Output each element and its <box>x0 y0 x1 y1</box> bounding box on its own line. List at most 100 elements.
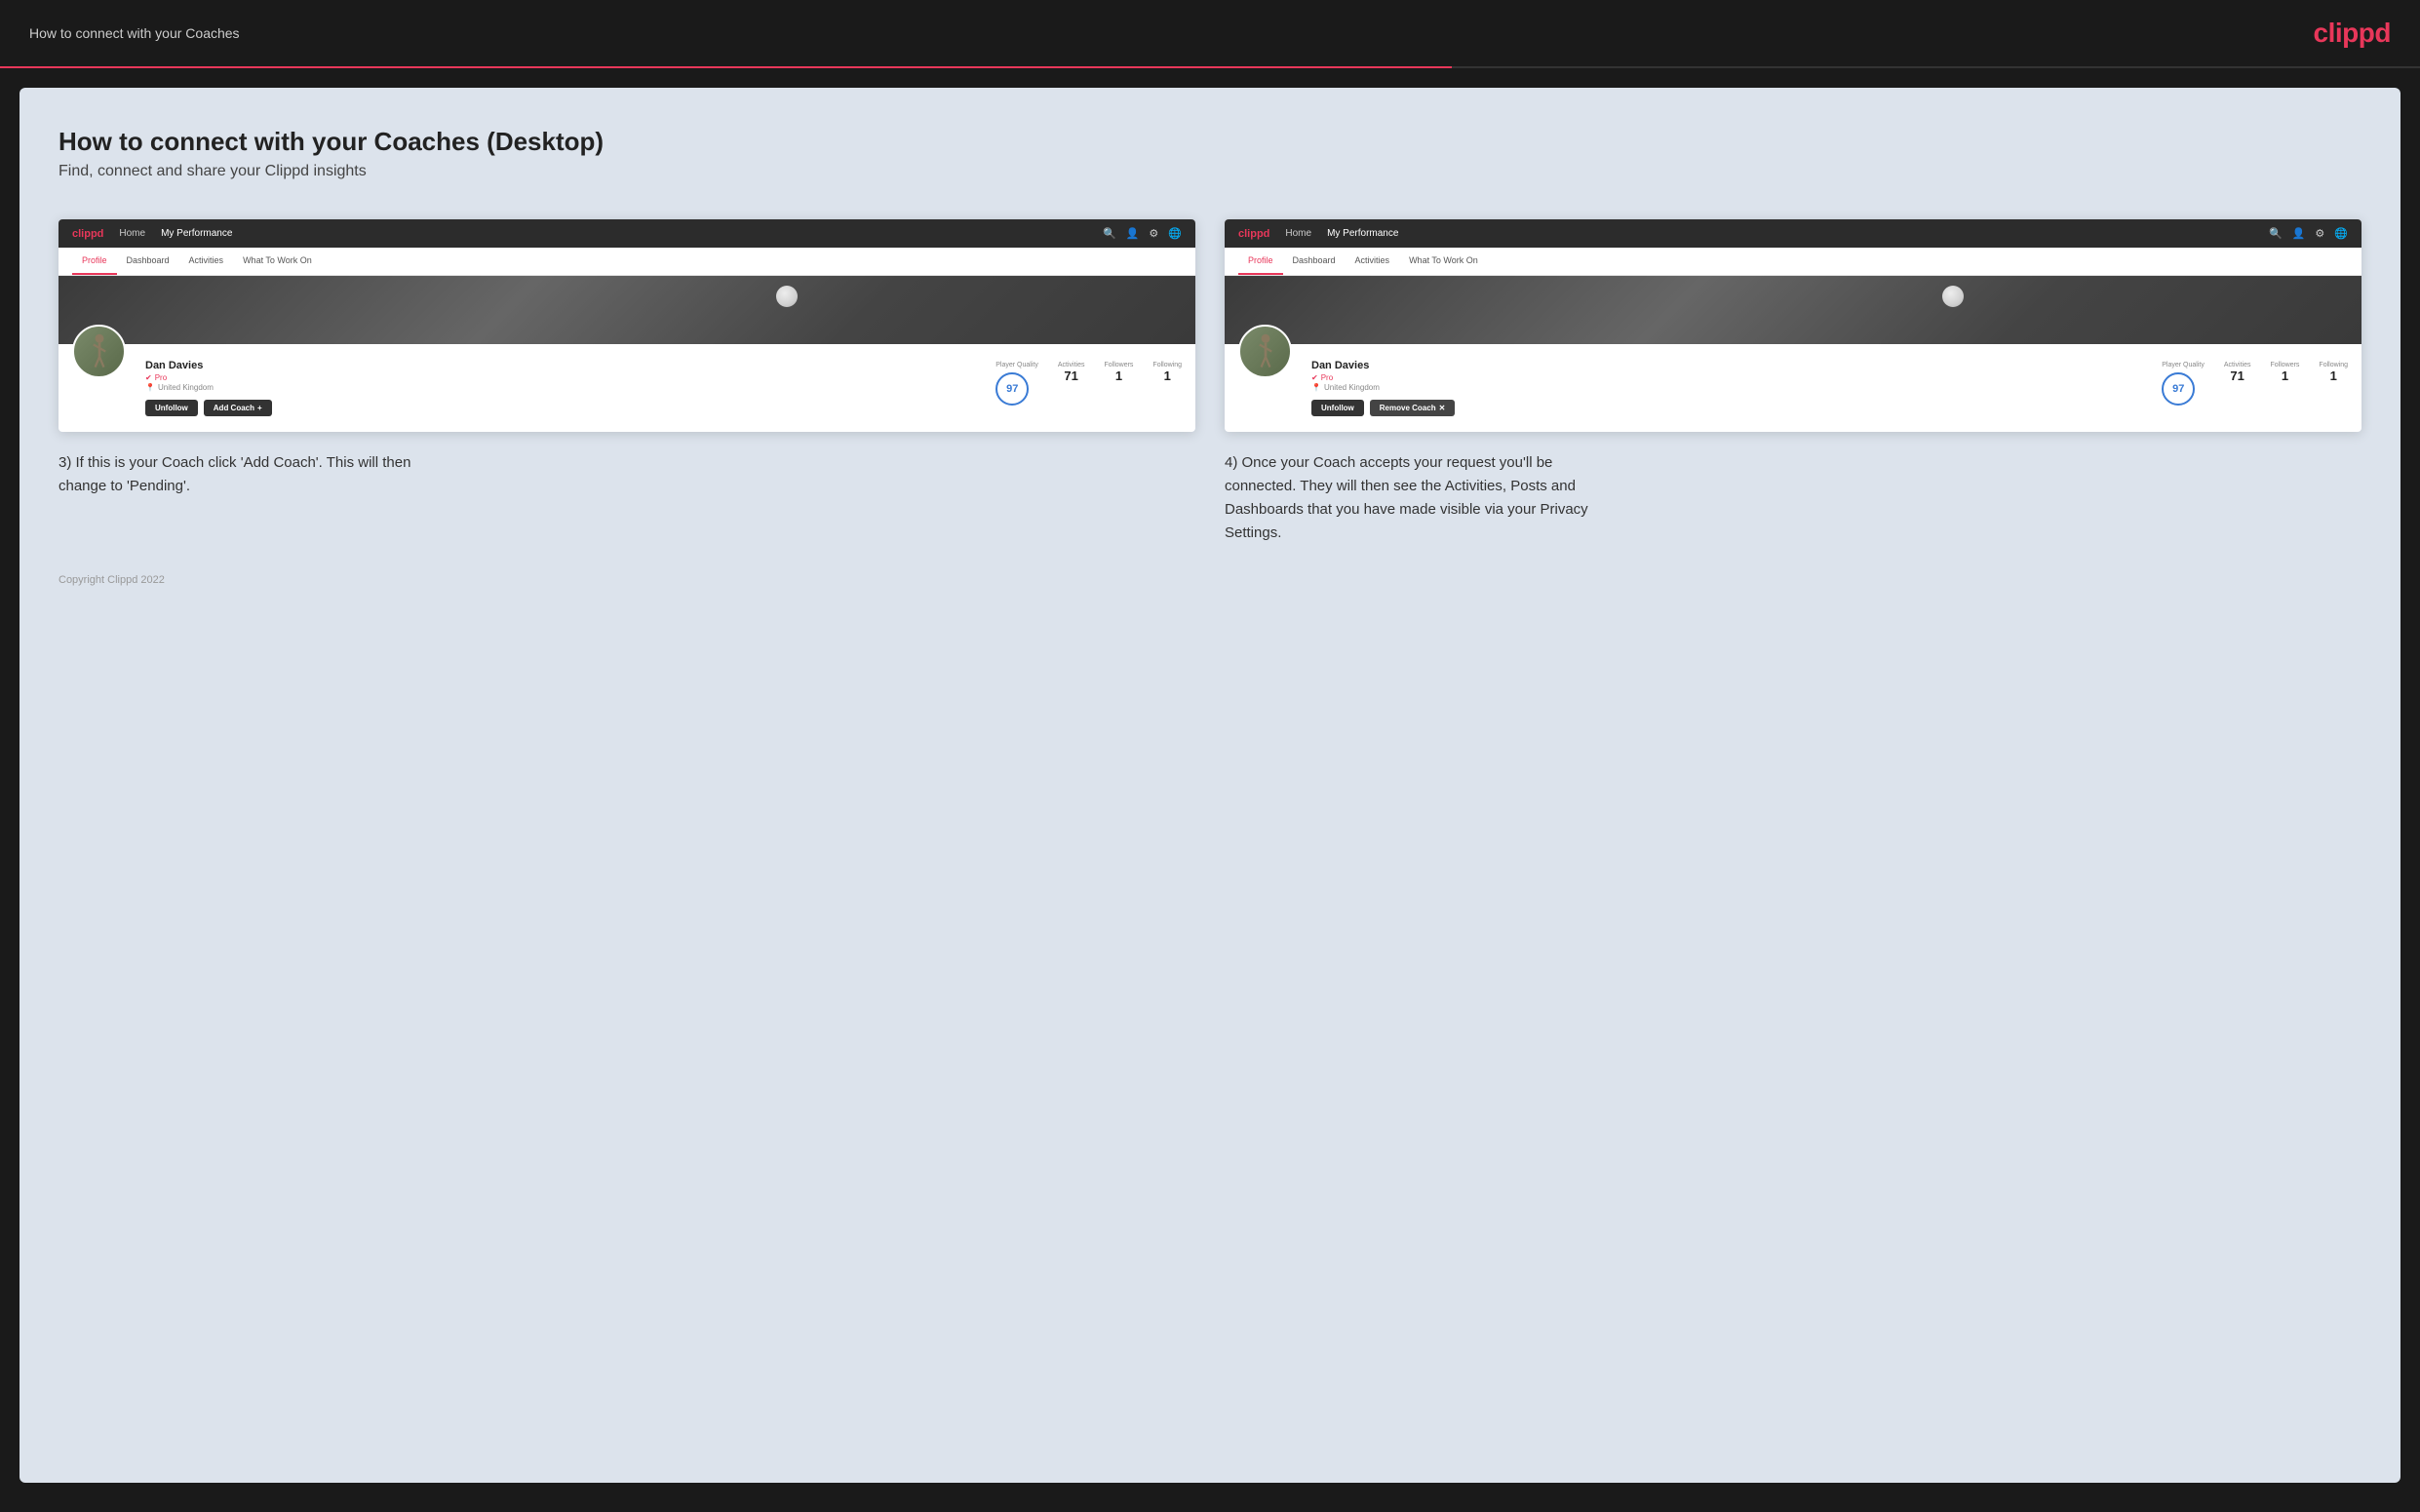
left-tab-activities[interactable]: Activities <box>179 248 234 275</box>
right-search-icon[interactable]: 🔍 <box>2269 227 2283 240</box>
right-remove-coach-button[interactable]: Remove Coach ✕ <box>1370 400 1456 416</box>
divider-line <box>0 66 2420 68</box>
left-avatar-wrap <box>72 325 126 378</box>
right-profile-section: Dan Davies ✔ Pro 📍 United Kingdom Unfoll… <box>1225 344 2361 432</box>
left-mock-tabs: Profile Dashboard Activities What To Wor… <box>59 248 1195 276</box>
screenshot-right: clippd Home My Performance 🔍 👤 ⚙ 🌐 Profi… <box>1225 219 2361 432</box>
pin-icon: 📍 <box>145 383 155 392</box>
left-stats: Player Quality 97 Activities 71 Follower… <box>995 354 1182 406</box>
page-title: How to connect with your Coaches (Deskto… <box>59 127 2361 157</box>
left-quality-circle: 97 <box>995 372 1029 406</box>
right-mock-tabs: Profile Dashboard Activities What To Wor… <box>1225 248 2361 276</box>
left-hero-circle <box>776 286 798 307</box>
left-add-coach-label: Add Coach <box>214 404 254 412</box>
right-quality-circle: 97 <box>2162 372 2195 406</box>
left-tab-dashboard[interactable]: Dashboard <box>117 248 179 275</box>
right-tab-whattaworkon[interactable]: What To Work On <box>1399 248 1488 275</box>
left-tab-profile[interactable]: Profile <box>72 248 117 275</box>
right-stats: Player Quality 97 Activities 71 Follower… <box>2162 354 2348 406</box>
checkmark-icon: ✔ <box>145 373 152 382</box>
globe-icon[interactable]: 🌐 <box>1168 227 1182 240</box>
right-avatar-wrap <box>1238 325 1292 378</box>
left-followers-label: Followers <box>1104 362 1133 368</box>
left-location: 📍 United Kingdom <box>145 383 976 392</box>
screenshot-left-col: clippd Home My Performance 🔍 👤 ⚙ 🌐 Profi… <box>59 219 1195 545</box>
left-action-buttons: Unfollow Add Coach + <box>145 400 976 416</box>
left-quality-label: Player Quality <box>995 362 1038 368</box>
right-followers-label: Followers <box>2270 362 2299 368</box>
right-mock-logo: clippd <box>1238 228 1269 240</box>
right-hero-banner <box>1225 276 2361 344</box>
right-checkmark-icon: ✔ <box>1311 373 1318 382</box>
right-stat-activities: Activities 71 <box>2224 362 2251 406</box>
right-globe-icon[interactable]: 🌐 <box>2334 227 2348 240</box>
left-avatar <box>72 325 126 378</box>
left-quality-wrap: Player Quality 97 <box>995 362 1038 406</box>
left-pro-badge: ✔ Pro <box>145 373 976 382</box>
right-following-label: Following <box>2319 362 2348 368</box>
settings-icon[interactable]: ⚙ <box>1149 227 1158 240</box>
right-activities-value: 71 <box>2224 368 2251 383</box>
right-following-value: 1 <box>2319 368 2348 383</box>
left-mock-logo: clippd <box>72 228 103 240</box>
left-description: 3) If this is your Coach click 'Add Coac… <box>59 451 429 498</box>
page-subtitle: Find, connect and share your Clippd insi… <box>59 163 2361 180</box>
left-activities-value: 71 <box>1058 368 1085 383</box>
right-remove-coach-label: Remove Coach <box>1380 404 1436 412</box>
footer-copyright: Copyright Clippd 2022 <box>59 574 2361 586</box>
right-user-icon[interactable]: 👤 <box>2292 227 2306 240</box>
right-location: 📍 United Kingdom <box>1311 383 2142 392</box>
left-stat-followers: Followers 1 <box>1104 362 1133 406</box>
right-description: 4) Once your Coach accepts your request … <box>1225 451 1595 545</box>
right-activities-label: Activities <box>2224 362 2251 368</box>
search-icon[interactable]: 🔍 <box>1103 227 1116 240</box>
left-stat-following: Following 1 <box>1152 362 1182 406</box>
left-stat-activities: Activities 71 <box>1058 362 1085 406</box>
left-following-value: 1 <box>1152 368 1182 383</box>
top-bar-title: How to connect with your Coaches <box>29 25 240 41</box>
left-activities-label: Activities <box>1058 362 1085 368</box>
right-mock-nav: clippd Home My Performance 🔍 👤 ⚙ 🌐 <box>1225 219 2361 248</box>
top-bar: How to connect with your Coaches clippd <box>0 0 2420 66</box>
right-hero-circle <box>1942 286 1964 307</box>
left-pro-label: Pro <box>155 373 167 382</box>
right-stat-followers: Followers 1 <box>2270 362 2299 406</box>
right-location-text: United Kingdom <box>1324 383 1380 392</box>
left-location-text: United Kingdom <box>158 383 214 392</box>
right-tab-activities[interactable]: Activities <box>1346 248 1400 275</box>
right-quality-label: Player Quality <box>2162 362 2205 368</box>
right-tab-dashboard[interactable]: Dashboard <box>1283 248 1346 275</box>
screenshot-right-col: clippd Home My Performance 🔍 👤 ⚙ 🌐 Profi… <box>1225 219 2361 545</box>
right-hero-image <box>1225 276 2361 344</box>
user-icon[interactable]: 👤 <box>1126 227 1140 240</box>
right-quality-wrap: Player Quality 97 <box>2162 362 2205 406</box>
plus-icon: + <box>257 404 262 412</box>
right-avatar <box>1238 325 1292 378</box>
right-unfollow-button[interactable]: Unfollow <box>1311 400 1364 416</box>
golfer-icon <box>85 332 114 371</box>
right-settings-icon[interactable]: ⚙ <box>2315 227 2324 240</box>
left-add-coach-button[interactable]: Add Coach + <box>204 400 272 416</box>
right-stat-following: Following 1 <box>2319 362 2348 406</box>
left-profile-info: Dan Davies ✔ Pro 📍 United Kingdom Unfoll… <box>145 354 976 416</box>
right-close-icon: ✕ <box>1439 404 1446 412</box>
right-profile-info: Dan Davies ✔ Pro 📍 United Kingdom Unfoll… <box>1311 354 2142 416</box>
right-action-buttons: Unfollow Remove Coach ✕ <box>1311 400 2142 416</box>
right-tab-profile[interactable]: Profile <box>1238 248 1283 275</box>
right-pro-label: Pro <box>1321 373 1333 382</box>
right-nav-icons: 🔍 👤 ⚙ 🌐 <box>2269 227 2348 240</box>
right-pro-badge: ✔ Pro <box>1311 373 2142 382</box>
right-nav-home[interactable]: Home <box>1285 228 1311 239</box>
left-tab-whattaworkon[interactable]: What To Work On <box>233 248 322 275</box>
right-player-name: Dan Davies <box>1311 360 2142 371</box>
right-nav-performance[interactable]: My Performance <box>1327 228 1398 239</box>
left-unfollow-button[interactable]: Unfollow <box>145 400 198 416</box>
left-nav-home[interactable]: Home <box>119 228 145 239</box>
left-following-label: Following <box>1152 362 1182 368</box>
left-hero-image <box>59 276 1195 344</box>
left-player-name: Dan Davies <box>145 360 976 371</box>
screenshots-row: clippd Home My Performance 🔍 👤 ⚙ 🌐 Profi… <box>59 219 2361 545</box>
left-profile-section: Dan Davies ✔ Pro 📍 United Kingdom Unfoll… <box>59 344 1195 432</box>
main-content: How to connect with your Coaches (Deskto… <box>20 88 2400 1483</box>
left-nav-performance[interactable]: My Performance <box>161 228 232 239</box>
